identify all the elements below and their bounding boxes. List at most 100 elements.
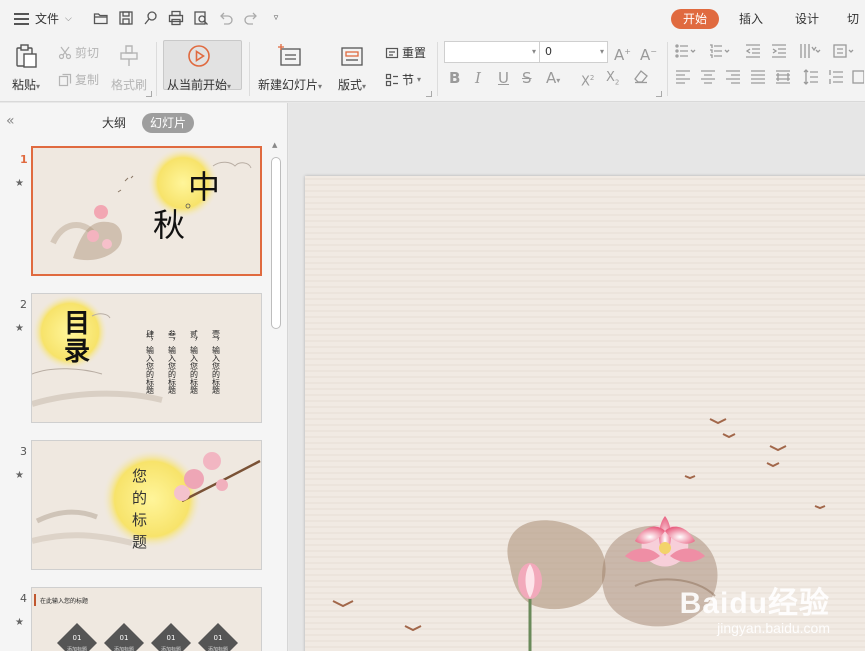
- slide-2-column: 壹，输入您的标题: [212, 329, 221, 395]
- copy-label: 复制: [75, 73, 100, 87]
- numbered-list-icon[interactable]: [709, 43, 731, 62]
- slide-2-title: 目: [64, 309, 90, 339]
- layout-button[interactable]: 版式▾: [338, 42, 366, 93]
- play-from-current-label: 从当前开始: [167, 78, 228, 92]
- file-menu-button[interactable]: 文件 ⌵: [14, 10, 72, 27]
- clipboard-launcher[interactable]: [146, 91, 152, 97]
- collapse-panel-icon[interactable]: «: [6, 113, 15, 129]
- svg-text:添加标题: 添加标题: [208, 646, 228, 651]
- paragraph-spacing-icon[interactable]: [828, 69, 844, 88]
- print-icon[interactable]: [167, 9, 185, 27]
- watermark-url: jingyan.baidu.com: [717, 620, 830, 636]
- play-icon: [185, 42, 213, 70]
- columns-icon[interactable]: [833, 43, 855, 62]
- clear-format-icon[interactable]: [633, 68, 649, 87]
- copy-button[interactable]: 复制: [58, 71, 99, 88]
- slide-2-column: 肆，输入您的标题: [146, 329, 155, 395]
- tab-design[interactable]: 设计: [783, 9, 831, 29]
- slides-launcher[interactable]: [426, 91, 432, 97]
- current-slide-canvas[interactable]: Baidu经验 jingyan.baidu.com: [305, 176, 865, 651]
- tab-slides[interactable]: 幻灯片: [142, 113, 195, 133]
- slide-number: 2: [20, 298, 27, 311]
- italic-icon[interactable]: I: [475, 70, 481, 86]
- slide-4-header: 在此输入您的标题: [40, 597, 88, 605]
- customize-toolbar-icon[interactable]: ▿: [267, 9, 285, 27]
- paste-button[interactable]: 粘贴▾: [12, 42, 40, 93]
- paste-label: 粘贴: [12, 78, 37, 92]
- align-left-icon[interactable]: [675, 69, 691, 88]
- slide-thumbnail-2[interactable]: 目 录 肆，输入您的标题 叁，输入您的标题 贰，输入您的标题 壹，输入您的标题: [31, 293, 262, 423]
- panel-view-tabs: 大纲 幻灯片: [94, 113, 195, 133]
- brush-icon[interactable]: [142, 9, 160, 27]
- cut-button[interactable]: 剪切: [58, 44, 99, 61]
- tab-outline[interactable]: 大纲: [94, 113, 134, 133]
- decrease-font-icon[interactable]: A−: [640, 44, 657, 63]
- format-painter-button[interactable]: 格式刷: [111, 42, 147, 93]
- divider: [249, 42, 250, 96]
- font-size-select[interactable]: 0 ▾: [539, 41, 608, 63]
- underline-icon[interactable]: U: [498, 70, 509, 86]
- ribbon-toolbar: 粘贴▾ 剪切 复制 格式刷 从当前开始▾ 新建幻灯片▾ 版式▾ 重置 节 ▾ ▾…: [0, 36, 865, 102]
- reset-label: 重置: [402, 46, 427, 60]
- svg-text:添加标题: 添加标题: [161, 646, 181, 651]
- section-button[interactable]: 节 ▾: [385, 71, 421, 88]
- superscript-icon[interactable]: X2: [581, 70, 594, 90]
- print-preview-icon[interactable]: [192, 9, 210, 27]
- redo-icon[interactable]: [242, 9, 260, 27]
- layout-label: 版式: [338, 78, 363, 92]
- line-spacing-icon[interactable]: [803, 69, 819, 88]
- animation-star-icon: ★: [15, 178, 24, 189]
- slide-thumbnail-1[interactable]: 中 秋: [31, 146, 262, 276]
- hamburger-icon: [14, 12, 29, 25]
- save-icon[interactable]: [117, 9, 135, 27]
- font-launcher[interactable]: [656, 91, 662, 97]
- slide-4-artwork: 在此输入您的标题 01 01 01 01 添加标题 添加标题 添加标题 添加标题: [32, 588, 261, 651]
- divider: [437, 42, 438, 96]
- font-color-icon[interactable]: A▾: [546, 70, 560, 89]
- align-right-icon[interactable]: [725, 69, 741, 88]
- slide-3-artwork: 您 的 标 题: [32, 441, 261, 569]
- increase-indent-icon[interactable]: [771, 43, 787, 62]
- lotus-bud-graphic: [518, 563, 542, 599]
- slide-2-column: 叁，输入您的标题: [168, 329, 177, 395]
- baidu-watermark: Baidu经验 jingyan.baidu.com: [680, 578, 830, 636]
- new-slide-button[interactable]: 新建幻灯片▾: [258, 42, 322, 93]
- slide-thumbnail-4[interactable]: 在此输入您的标题 01 01 01 01 添加标题 添加标题 添加标题 添加标题: [31, 587, 262, 651]
- scroll-up-icon[interactable]: ▲: [272, 141, 277, 149]
- decrease-indent-icon[interactable]: [745, 43, 761, 62]
- scissors-icon: [58, 46, 72, 59]
- svg-text:题: 题: [132, 533, 147, 551]
- format-painter-label: 格式刷: [111, 78, 148, 92]
- play-from-current-button[interactable]: 从当前开始▾: [167, 42, 231, 93]
- tab-transition[interactable]: 切换: [835, 9, 865, 29]
- panel-scrollbar[interactable]: ▲: [270, 139, 282, 651]
- distribute-icon[interactable]: [775, 69, 791, 88]
- text-direction-icon[interactable]: [799, 43, 821, 62]
- reset-button[interactable]: 重置: [385, 44, 426, 61]
- slide-number: 4: [20, 592, 27, 605]
- subscript-icon[interactable]: X2: [606, 70, 619, 91]
- copy-icon: [58, 73, 72, 86]
- tab-home[interactable]: 开始: [670, 9, 719, 29]
- slide-thumbnail-3[interactable]: 您 的 标 题: [31, 440, 262, 570]
- new-slide-label: 新建幻灯片: [258, 78, 319, 92]
- increase-font-icon[interactable]: A+: [614, 44, 631, 63]
- text-box-icon[interactable]: [852, 69, 865, 88]
- layout-icon: [338, 42, 366, 70]
- svg-text:添加标题: 添加标题: [67, 646, 87, 651]
- scrollbar-thumb[interactable]: [271, 157, 281, 329]
- justify-icon[interactable]: [750, 69, 766, 88]
- undo-icon[interactable]: [217, 9, 235, 27]
- bullet-list-icon[interactable]: [675, 43, 697, 62]
- align-center-icon[interactable]: [700, 69, 716, 88]
- bold-icon[interactable]: B: [449, 70, 460, 86]
- tab-insert[interactable]: 插入: [727, 9, 775, 29]
- strikethrough-icon[interactable]: S: [522, 70, 532, 86]
- font-name-select[interactable]: ▾: [444, 41, 540, 63]
- open-folder-icon[interactable]: [92, 9, 110, 27]
- divider: [667, 42, 668, 96]
- slide-editor: Baidu经验 jingyan.baidu.com: [289, 103, 865, 651]
- cut-label: 剪切: [75, 46, 100, 60]
- reset-icon: [385, 47, 399, 58]
- slide-panel: « 大纲 幻灯片 1 ★ 中 秋 2 ★ 目 录 肆，输入您的标题 叁，输入您的…: [0, 103, 288, 651]
